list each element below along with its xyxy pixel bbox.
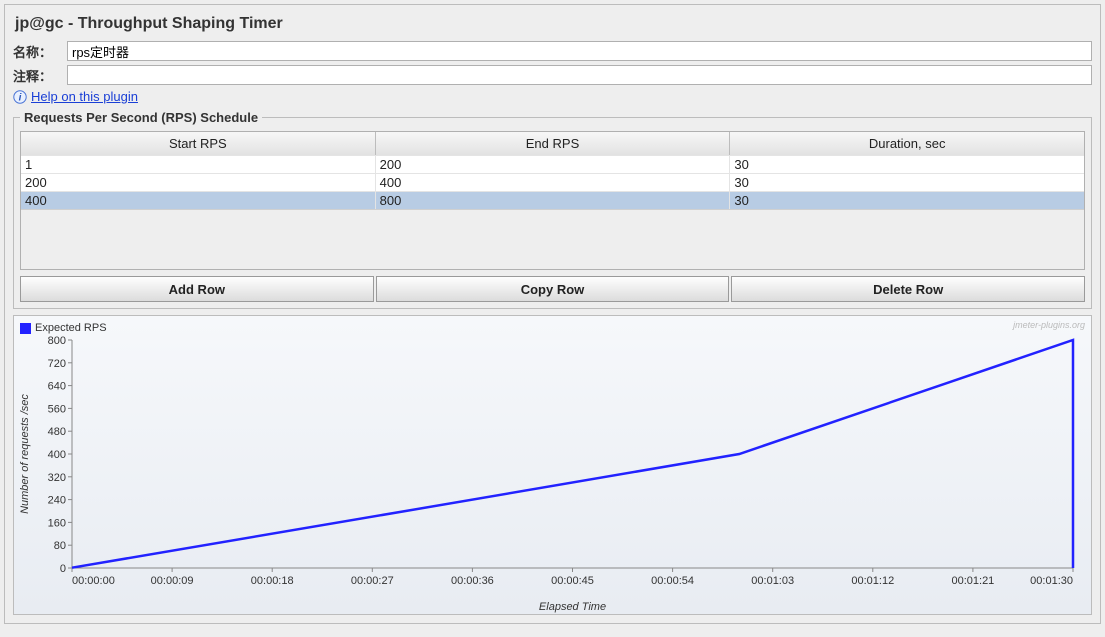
svg-text:00:00:54: 00:00:54 [651, 575, 694, 587]
help-row: i Help on this plugin [13, 89, 1092, 104]
chart-box: Expected RPS jmeter-plugins.org 0 80 160 24… [13, 315, 1092, 615]
table-header: Start RPS End RPS Duration, sec [21, 132, 1084, 155]
cell-end[interactable]: 800 [376, 192, 731, 209]
cell-duration[interactable]: 30 [730, 156, 1084, 173]
svg-text:800: 800 [48, 335, 66, 347]
col-start-rps[interactable]: Start RPS [21, 132, 376, 155]
svg-text:00:00:27: 00:00:27 [351, 575, 394, 587]
svg-text:160: 160 [48, 517, 66, 529]
button-row: Add Row Copy Row Delete Row [20, 276, 1085, 302]
table-row[interactable]: 1 200 30 [21, 155, 1084, 173]
svg-text:00:00:09: 00:00:09 [151, 575, 194, 587]
svg-text:Number of requests /sec: Number of requests /sec [19, 394, 31, 514]
svg-text:00:00:45: 00:00:45 [551, 575, 594, 587]
chart-legend: Expected RPS [20, 322, 107, 334]
svg-text:i: i [19, 92, 22, 103]
cell-start[interactable]: 200 [21, 174, 376, 191]
col-end-rps[interactable]: End RPS [376, 132, 731, 155]
chart-svg: 0 80 160 240 320 400 480 560 640 720 800 Number of … [14, 316, 1083, 615]
svg-text:240: 240 [48, 495, 66, 507]
add-row-button[interactable]: Add Row [20, 276, 374, 302]
cell-duration[interactable]: 30 [730, 174, 1084, 191]
col-duration[interactable]: Duration, sec [730, 132, 1084, 155]
svg-text:00:01:21: 00:01:21 [951, 575, 994, 587]
help-link[interactable]: Help on this plugin [31, 89, 138, 104]
svg-text:00:00:18: 00:00:18 [251, 575, 294, 587]
main-panel: jp@gc - Throughput Shaping Timer 名称： 注释：… [4, 4, 1101, 624]
svg-text:720: 720 [48, 358, 66, 370]
cell-start[interactable]: 400 [21, 192, 376, 209]
table-footer [21, 209, 1084, 269]
svg-text:00:01:12: 00:01:12 [851, 575, 894, 587]
svg-text:320: 320 [48, 472, 66, 484]
svg-text:480: 480 [48, 426, 66, 438]
name-row: 名称： [13, 41, 1092, 61]
svg-text:640: 640 [48, 381, 66, 393]
name-input[interactable] [67, 41, 1092, 61]
comment-row: 注释： [13, 65, 1092, 85]
svg-text:00:00:36: 00:00:36 [451, 575, 494, 587]
table-row[interactable]: 200 400 30 [21, 173, 1084, 191]
svg-text:560: 560 [48, 403, 66, 415]
svg-text:400: 400 [48, 449, 66, 461]
table-body: 1 200 30 200 400 30 400 800 30 [21, 155, 1084, 209]
name-label: 名称： [13, 42, 67, 61]
svg-text:00:01:03: 00:01:03 [751, 575, 794, 587]
cell-start[interactable]: 1 [21, 156, 376, 173]
comment-label: 注释： [13, 66, 67, 85]
table-row[interactable]: 400 800 30 [21, 191, 1084, 209]
schedule-fieldset: Requests Per Second (RPS) Schedule Start… [13, 110, 1092, 309]
info-icon: i [13, 90, 27, 104]
svg-text:00:01:30: 00:01:30 [1030, 575, 1073, 587]
svg-text:00:00:00: 00:00:00 [72, 575, 115, 587]
delete-row-button[interactable]: Delete Row [731, 276, 1085, 302]
legend-label: Expected RPS [35, 322, 107, 334]
comment-input[interactable] [67, 65, 1092, 85]
cell-duration[interactable]: 30 [730, 192, 1084, 209]
svg-text:80: 80 [54, 540, 66, 552]
legend-swatch [20, 323, 31, 334]
fieldset-title: Requests Per Second (RPS) Schedule [20, 110, 262, 125]
copy-row-button[interactable]: Copy Row [376, 276, 730, 302]
schedule-table: Start RPS End RPS Duration, sec 1 200 30… [20, 131, 1085, 270]
svg-text:0: 0 [60, 563, 66, 575]
chart-watermark: jmeter-plugins.org [1013, 320, 1085, 330]
svg-text:Elapsed Time: Elapsed Time [539, 601, 606, 613]
cell-end[interactable]: 400 [376, 174, 731, 191]
page-title: jp@gc - Throughput Shaping Timer [13, 11, 1092, 41]
cell-end[interactable]: 200 [376, 156, 731, 173]
